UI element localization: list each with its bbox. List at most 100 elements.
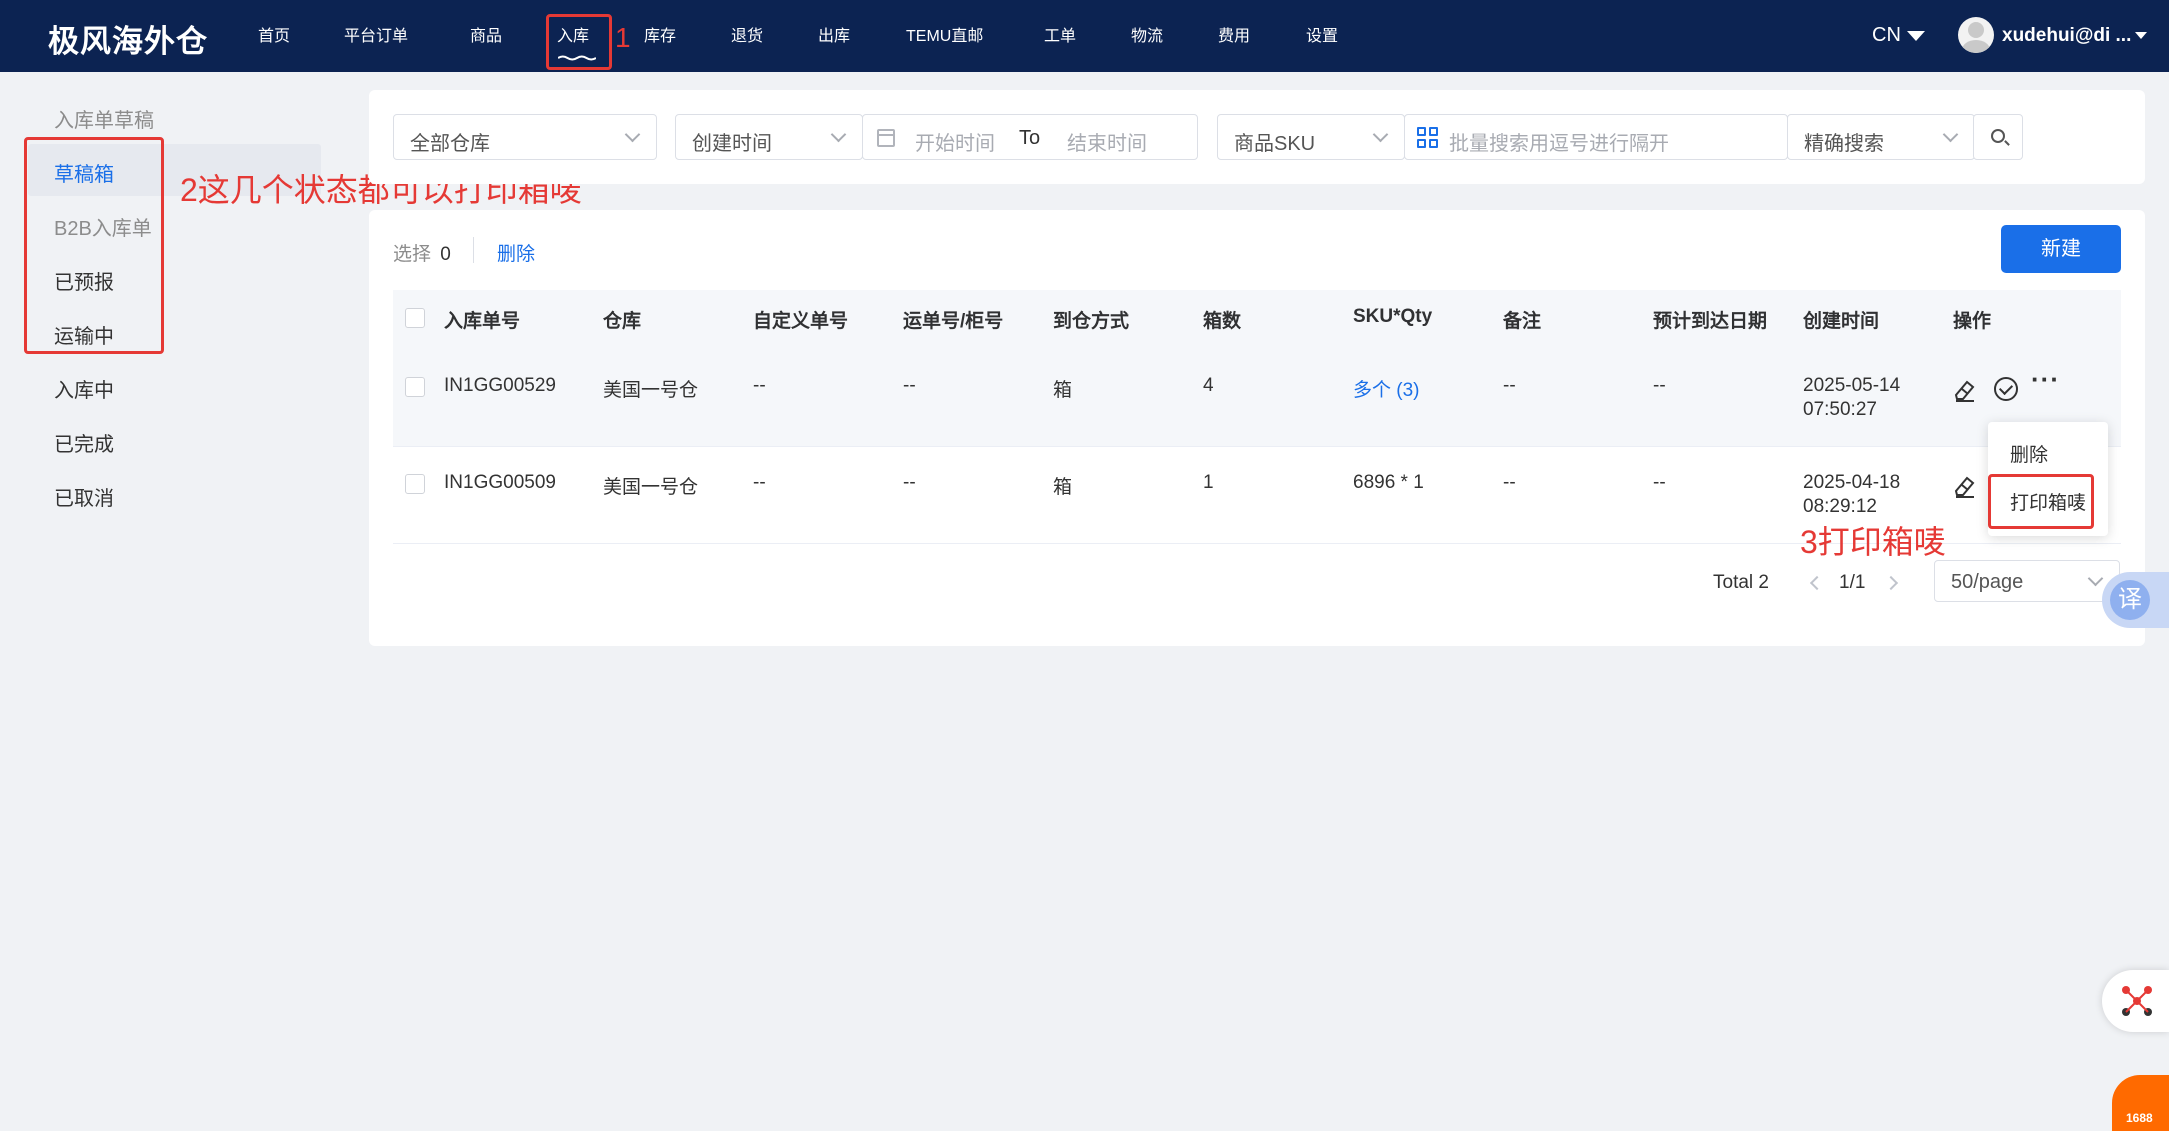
search-icon: [1991, 129, 2005, 143]
search-button[interactable]: [1973, 114, 2023, 160]
created-time-cell: 07:50:27: [1803, 399, 1877, 420]
confirm-icon[interactable]: [1994, 377, 2018, 401]
created-date-cell: 2025-04-18: [1803, 472, 1901, 493]
box-count-cell: 1: [1203, 472, 1214, 493]
custom-no-cell: --: [753, 472, 766, 493]
chevron-down-icon: [2087, 570, 2104, 587]
sidebar-item-receiving[interactable]: 入库中: [54, 374, 114, 403]
eta-cell: --: [1653, 375, 1666, 396]
page-size-value: 50/page: [1951, 571, 2024, 593]
nav-fees[interactable]: 费用: [1218, 22, 1250, 46]
annotation-label-1: 1: [615, 22, 631, 53]
select-all-checkbox[interactable]: [405, 308, 425, 328]
arrival-method-cell: 箱: [1053, 477, 1073, 498]
search-mode-value: 精确搜索: [1804, 133, 1884, 155]
pagination-current: 1/1: [1839, 572, 1866, 593]
tracking-cell: --: [903, 472, 916, 493]
edit-icon[interactable]: [1952, 377, 1978, 403]
nav-home[interactable]: 首页: [258, 22, 290, 46]
chevron-down-icon: [830, 126, 847, 143]
nav-outbound[interactable]: 出库: [818, 22, 850, 46]
app-logo: 极风海外仓: [48, 24, 208, 59]
column-header-tracking: 运单号/柜号: [903, 311, 1004, 332]
caret-down-icon: [1906, 30, 1925, 41]
box-count-cell: 4: [1203, 375, 1214, 396]
nav-settings[interactable]: 设置: [1306, 22, 1338, 46]
user-menu[interactable]: xudehui@di ...: [2002, 25, 2148, 47]
warehouse-cell: 美国一号仓: [603, 380, 699, 401]
created-time-cell: 08:29:12: [1803, 496, 1877, 517]
edit-icon[interactable]: [1952, 473, 1978, 499]
grid-icon: [1417, 127, 1439, 149]
column-header-eta: 预计到达日期: [1653, 311, 1768, 332]
floating-tool-button[interactable]: [2102, 970, 2169, 1032]
sku-qty-cell: 6896 * 1: [1353, 472, 1424, 493]
column-header-warehouse: 仓库: [603, 311, 642, 332]
search-mode-select[interactable]: 精确搜索: [1787, 114, 1975, 160]
translate-button[interactable]: 译: [2102, 572, 2169, 628]
eta-cell: --: [1653, 472, 1666, 493]
search-field-select[interactable]: 商品SKU: [1217, 114, 1405, 160]
search-field-value: 商品SKU: [1234, 133, 1316, 155]
network-icon: [2122, 986, 2152, 1016]
caret-down-icon: [2135, 32, 2148, 40]
sidebar-item-inbound-draft[interactable]: 入库单草稿: [54, 104, 154, 133]
toolbar-divider: [473, 237, 474, 263]
column-header-actions: 操作: [1953, 311, 1992, 332]
sidebar-item-completed[interactable]: 已完成: [54, 428, 114, 457]
avatar[interactable]: [1958, 17, 1994, 53]
nav-logistics[interactable]: 物流: [1131, 22, 1163, 46]
column-header-created-time: 创建时间: [1803, 311, 1880, 332]
dropdown-item-delete[interactable]: 删除: [2010, 440, 2048, 467]
time-type-select[interactable]: 创建时间: [675, 114, 863, 160]
created-date-cell: 2025-05-14: [1803, 375, 1901, 396]
tracking-cell: --: [903, 375, 916, 396]
selected-number: 0: [440, 244, 451, 265]
row-checkbox[interactable]: [405, 377, 425, 397]
column-header-arrival-method: 到仓方式: [1053, 311, 1130, 332]
annotation-box-2: [24, 137, 164, 354]
1688-badge[interactable]: 1688: [2112, 1075, 2169, 1131]
date-range-picker[interactable]: 开始时间 To 结束时间: [862, 114, 1198, 160]
remark-cell: --: [1503, 375, 1516, 396]
date-range-separator: To: [1019, 127, 1041, 149]
selected-count: 选择 0: [393, 239, 451, 266]
pagination-total: Total 2: [1713, 572, 1769, 593]
start-date-placeholder: 开始时间: [915, 133, 995, 155]
custom-no-cell: --: [753, 375, 766, 396]
column-header-custom-no: 自定义单号: [753, 311, 849, 332]
end-date-placeholder: 结束时间: [1067, 133, 1147, 155]
order-no-cell: IN1GG00529: [444, 375, 556, 396]
batch-search-input[interactable]: 批量搜索用逗号进行隔开: [1404, 114, 1788, 160]
nav-inventory[interactable]: 库存: [644, 22, 676, 46]
nav-platform-orders[interactable]: 平台订单: [344, 22, 408, 46]
row-divider: [393, 446, 2121, 447]
1688-badge-label: 1688: [2126, 1111, 2153, 1125]
warehouse-cell: 美国一号仓: [603, 477, 699, 498]
chevron-down-icon: [1372, 126, 1389, 143]
warehouse-select[interactable]: 全部仓库: [393, 114, 657, 160]
sku-qty-link[interactable]: 多个 (3): [1353, 375, 1420, 402]
more-actions-icon[interactable]: ···: [2031, 364, 2060, 395]
nav-returns[interactable]: 退货: [731, 22, 763, 46]
arrival-method-cell: 箱: [1053, 380, 1073, 401]
order-no-cell: IN1GG00509: [444, 472, 556, 493]
bulk-delete-link[interactable]: 删除: [497, 239, 535, 266]
batch-search-placeholder: 批量搜索用逗号进行隔开: [1449, 133, 1669, 155]
translate-icon: 译: [2110, 580, 2150, 620]
new-button[interactable]: 新建: [2001, 225, 2121, 273]
column-header-remark: 备注: [1503, 311, 1542, 332]
nav-work-orders[interactable]: 工单: [1044, 22, 1076, 46]
sidebar-item-cancelled[interactable]: 已取消: [54, 482, 114, 511]
language-switch[interactable]: CN: [1872, 24, 1925, 47]
user-name: xudehui@di ...: [2002, 25, 2132, 46]
column-header-order-no: 入库单号: [444, 311, 521, 332]
row-checkbox[interactable]: [405, 474, 425, 494]
column-header-box-count: 箱数: [1203, 311, 1242, 332]
warehouse-select-value: 全部仓库: [410, 133, 490, 155]
nav-products[interactable]: 商品: [470, 22, 502, 46]
time-type-value: 创建时间: [692, 133, 772, 155]
annotation-box-3: [1988, 474, 2094, 529]
nav-temu-direct[interactable]: TEMU直邮: [906, 22, 983, 46]
page-size-select[interactable]: 50/page: [1934, 560, 2120, 602]
